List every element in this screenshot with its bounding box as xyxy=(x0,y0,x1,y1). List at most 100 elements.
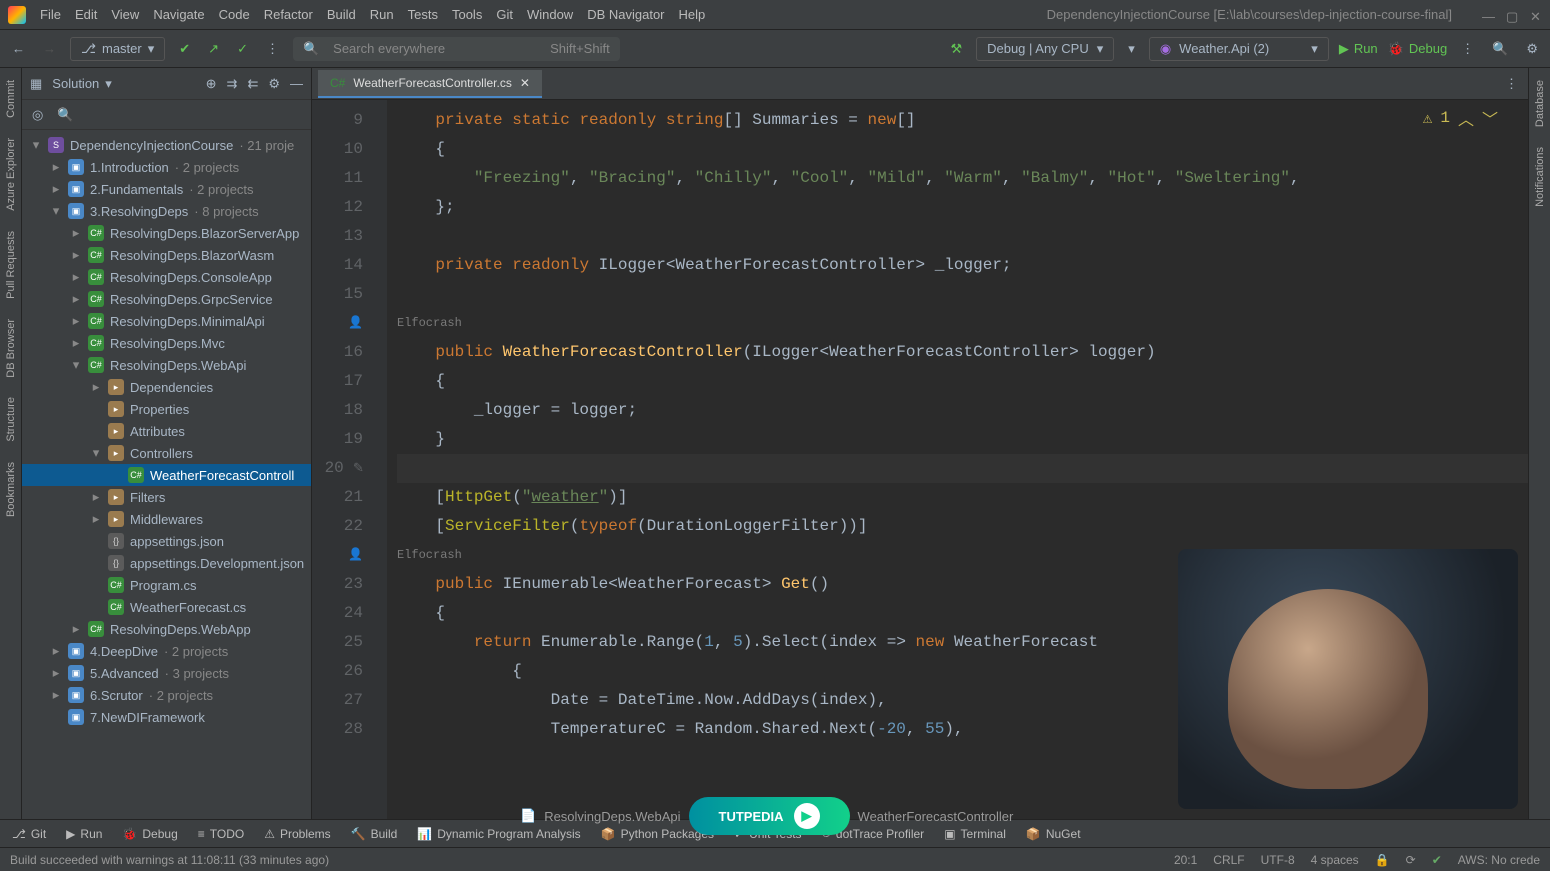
bt-debug[interactable]: 🐞 Debug xyxy=(122,827,177,841)
maximize-icon[interactable]: ▢ xyxy=(1506,9,1518,21)
gear-icon[interactable]: ⚙ xyxy=(268,76,280,92)
expand-icon[interactable]: ⇉ xyxy=(227,76,238,92)
left-tab-pullrequests[interactable]: Pull Requests xyxy=(3,225,19,305)
menu-file[interactable]: File xyxy=(40,7,61,22)
push-icon[interactable]: ✓ xyxy=(233,39,252,59)
tree-item[interactable]: ▾C#ResolvingDeps.WebApi xyxy=(22,354,311,376)
crumb-class[interactable]: WeatherForecastController xyxy=(858,809,1014,820)
aws-status[interactable]: AWS: No crede xyxy=(1458,853,1540,867)
menu-navigate[interactable]: Navigate xyxy=(153,7,204,22)
search-icon[interactable]: 🔍 xyxy=(1488,39,1512,59)
target-icon[interactable]: ◎ xyxy=(32,107,43,123)
tree-item[interactable]: ▸▣4.DeepDive · 2 projects xyxy=(22,640,311,662)
menu-window[interactable]: Window xyxy=(527,7,573,22)
caret-position[interactable]: 20:1 xyxy=(1174,853,1197,867)
tree-item[interactable]: ▸Attributes xyxy=(22,420,311,442)
menu-run[interactable]: Run xyxy=(370,7,394,22)
solution-dropdown[interactable]: Solution ▾ xyxy=(52,76,112,92)
ok-icon[interactable]: ✔ xyxy=(1432,853,1442,867)
menu-dbnavigator[interactable]: DB Navigator xyxy=(587,7,664,22)
run-button[interactable]: ▶ Run xyxy=(1339,41,1378,57)
tree-item[interactable]: ▸▣6.Scrutor · 2 projects xyxy=(22,684,311,706)
tree-item[interactable]: ▸C#ResolvingDeps.ConsoleApp xyxy=(22,266,311,288)
left-tab-commit[interactable]: Commit xyxy=(3,74,19,124)
bt-todo[interactable]: ≡ TODO xyxy=(198,827,244,841)
tree-item[interactable]: ▾▸Controllers xyxy=(22,442,311,464)
tree-item[interactable]: ▸C#ResolvingDeps.Mvc xyxy=(22,332,311,354)
locate-icon[interactable]: ⊕ xyxy=(206,76,217,92)
history-icon[interactable]: ⋮ xyxy=(262,39,283,59)
menu-edit[interactable]: Edit xyxy=(75,7,97,22)
current-line[interactable] xyxy=(397,454,1528,483)
right-tab-notifications[interactable]: Notifications xyxy=(1532,141,1548,213)
more-icon[interactable]: ⋮ xyxy=(1505,76,1528,92)
tree-item[interactable]: ▸C#ResolvingDeps.BlazorWasm xyxy=(22,244,311,266)
bt-problems[interactable]: ⚠ Problems xyxy=(264,827,330,841)
line-sep[interactable]: CRLF xyxy=(1213,853,1244,867)
close-icon[interactable]: ✕ xyxy=(1530,9,1542,21)
menu-tools[interactable]: Tools xyxy=(452,7,482,22)
chevron-up-icon[interactable]: ︿ xyxy=(1458,106,1474,130)
chevron-down-icon[interactable]: ﹀ xyxy=(1482,106,1498,130)
nav-forward-icon[interactable]: → xyxy=(39,39,60,58)
tree-item[interactable]: ▣7.NewDIFramework xyxy=(22,706,311,728)
editor-tab-active[interactable]: C# WeatherForecastController.cs ✕ xyxy=(318,70,542,98)
tree-item[interactable]: ▸C#ResolvingDeps.MinimalApi xyxy=(22,310,311,332)
menu-tests[interactable]: Tests xyxy=(408,7,438,22)
menu-help[interactable]: Help xyxy=(679,7,706,22)
tree-root[interactable]: ▾ S DependencyInjectionCourse · 21 proje xyxy=(22,134,311,156)
chevron-down-icon[interactable]: ▾ xyxy=(1124,39,1139,59)
solution-tree[interactable]: ▾ S DependencyInjectionCourse · 21 proje… xyxy=(22,130,311,819)
menu-refactor[interactable]: Refactor xyxy=(264,7,313,22)
tree-item[interactable]: {}appsettings.json xyxy=(22,530,311,552)
bt-build[interactable]: 🔨 Build xyxy=(351,827,398,841)
tree-item[interactable]: ▸Properties xyxy=(22,398,311,420)
minimize-icon[interactable]: — xyxy=(1482,9,1494,21)
search-icon[interactable]: 🔍 xyxy=(57,107,73,123)
build-config-selector[interactable]: Debug | Any CPU ▾ xyxy=(976,37,1114,61)
left-tab-bookmarks[interactable]: Bookmarks xyxy=(3,456,19,523)
tree-item[interactable]: ▸C#ResolvingDeps.GrpcService xyxy=(22,288,311,310)
tree-item[interactable]: ▸▸Dependencies xyxy=(22,376,311,398)
bt-git[interactable]: ⎇ Git xyxy=(12,827,46,841)
right-tab-database[interactable]: Database xyxy=(1532,74,1548,133)
tree-item[interactable]: ▸C#ResolvingDeps.WebApp xyxy=(22,618,311,640)
commit-icon[interactable]: ↗ xyxy=(204,39,223,59)
nav-back-icon[interactable]: ← xyxy=(8,39,29,58)
more-icon[interactable]: ⋮ xyxy=(1457,39,1478,59)
readonly-icon[interactable]: 🔒 xyxy=(1375,853,1390,867)
hammer-build-icon[interactable]: ⚒ xyxy=(946,39,966,59)
close-tab-icon[interactable]: ✕ xyxy=(520,76,530,90)
tree-item[interactable]: ▸C#ResolvingDeps.BlazorServerApp xyxy=(22,222,311,244)
tree-item[interactable]: C#WeatherForecastControll xyxy=(22,464,311,486)
crumb-project[interactable]: ResolvingDeps.WebApi xyxy=(544,809,680,820)
run-config-selector[interactable]: ◉ Weather.Api (2) ▾ xyxy=(1149,37,1329,61)
update-project-icon[interactable]: ✔ xyxy=(175,39,194,59)
left-tab-structure[interactable]: Structure xyxy=(3,391,19,448)
search-everywhere[interactable]: 🔍 Search everywhere Shift+Shift xyxy=(293,37,620,61)
tree-item[interactable]: C#WeatherForecast.cs xyxy=(22,596,311,618)
indent[interactable]: 4 spaces xyxy=(1311,853,1359,867)
tree-item[interactable]: C#Program.cs xyxy=(22,574,311,596)
inspection-widget[interactable]: ⚠ 1 ︿ ﹀ xyxy=(1423,106,1498,130)
tree-item[interactable]: ▾▣3.ResolvingDeps · 8 projects xyxy=(22,200,311,222)
git-branch-selector[interactable]: ⎇ master ▾ xyxy=(70,37,165,61)
left-tab-dbbrowser[interactable]: DB Browser xyxy=(3,313,19,384)
bt-run[interactable]: ▶ Run xyxy=(66,827,102,841)
tree-item[interactable]: ▸▸Filters xyxy=(22,486,311,508)
tree-item[interactable]: ▸▣1.Introduction · 2 projects xyxy=(22,156,311,178)
hide-icon[interactable]: — xyxy=(290,76,303,91)
left-tab-azure[interactable]: Azure Explorer xyxy=(3,132,19,217)
encoding[interactable]: UTF-8 xyxy=(1261,853,1295,867)
sync-icon[interactable]: ⟳ xyxy=(1406,853,1416,867)
tree-item[interactable]: ▸▣5.Advanced · 3 projects xyxy=(22,662,311,684)
gear-icon[interactable]: ⚙ xyxy=(1522,39,1542,59)
debug-button[interactable]: 🐞 Debug xyxy=(1388,41,1448,57)
menu-build[interactable]: Build xyxy=(327,7,356,22)
tree-item[interactable]: {}appsettings.Development.json xyxy=(22,552,311,574)
bt-nuget[interactable]: 📦 NuGet xyxy=(1026,827,1081,841)
collapse-icon[interactable]: ⇇ xyxy=(247,76,258,92)
menu-git[interactable]: Git xyxy=(496,7,513,22)
tree-item[interactable]: ▸▣2.Fundamentals · 2 projects xyxy=(22,178,311,200)
menu-code[interactable]: Code xyxy=(219,7,250,22)
